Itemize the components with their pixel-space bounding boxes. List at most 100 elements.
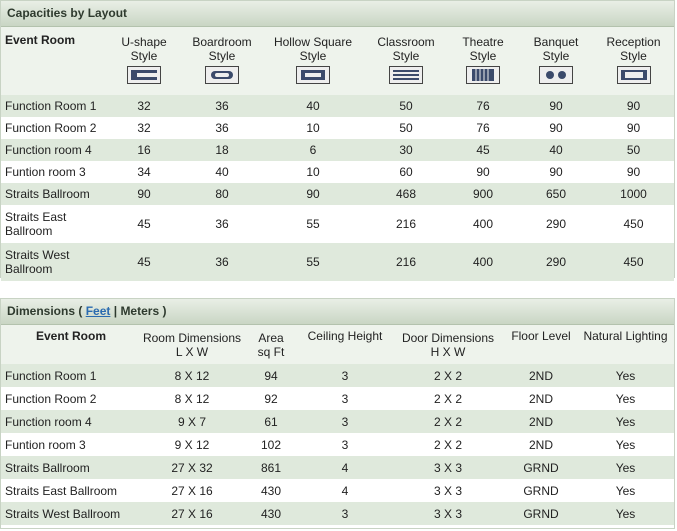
unit-feet-link[interactable]: Feet <box>86 304 111 318</box>
room-name-cell: Function Room 2 <box>5 391 97 406</box>
room-name-cell: Function Room 2 <box>5 121 97 135</box>
table-row: Straits Ballroom 90 80 90 468 900 650 1000 <box>1 183 674 205</box>
room-name-cell: Funtion room 3 <box>5 165 86 179</box>
value-cell: 2ND <box>528 368 553 383</box>
value-cell: 55 <box>306 217 320 231</box>
col-boardroom: Boardroom Style <box>183 27 261 95</box>
table-row: Function Room 1 8 X 12 94 3 2 X 2 2ND Yes <box>1 364 674 387</box>
value-cell: 861 <box>260 460 282 475</box>
value-cell: 3 X 3 <box>433 483 463 498</box>
value-cell: 8 X 12 <box>174 368 210 383</box>
value-cell: GRND <box>523 460 559 475</box>
table-row: Straits Ballroom 27 X 32 861 4 3 X 3 GRND Yes <box>1 456 674 479</box>
col-label: Classroom <box>377 35 435 49</box>
col-label: Banquet <box>533 35 579 49</box>
value-cell: 34 <box>137 165 151 179</box>
col-room-dimensions: Room Dimensions L X W <box>141 325 243 364</box>
dimensions-table: Event Room Room Dimensions L X W Area sq F… <box>1 325 674 525</box>
value-cell: 76 <box>476 99 490 113</box>
unit-meters-label[interactable]: Meters <box>120 304 159 318</box>
value-cell: 9 X 12 <box>174 437 210 452</box>
col-sub: Style <box>299 49 327 63</box>
capacities-table: Event Room U-shape Style Boardroom Style H… <box>1 27 674 281</box>
col-sub: Style <box>130 49 158 63</box>
value-cell: 1000 <box>620 187 647 201</box>
value-cell: GRND <box>523 483 559 498</box>
unit-separator: | <box>113 304 118 318</box>
col-label: Theatre <box>462 35 504 49</box>
value-cell: 8 X 12 <box>174 391 210 406</box>
value-cell: 30 <box>399 143 413 157</box>
boardroom-layout-icon <box>205 66 239 84</box>
col-floor-level: Floor Level <box>511 329 571 343</box>
value-cell: GRND <box>523 506 559 521</box>
col-area: Area sq Ft <box>243 325 299 364</box>
value-cell: 2 X 2 <box>433 437 463 452</box>
table-row: Function Room 2 8 X 12 92 3 2 X 2 2ND Yes <box>1 387 674 410</box>
col-hollow-square: Hollow Square Style <box>261 27 365 95</box>
value-cell: Yes <box>615 414 636 429</box>
room-name-cell: Straits West Ballroom <box>5 506 121 521</box>
value-cell: 216 <box>395 255 417 269</box>
value-cell: 4 <box>341 483 349 498</box>
value-cell: 45 <box>137 217 151 231</box>
value-cell: 61 <box>264 414 278 429</box>
value-cell: 90 <box>306 187 320 201</box>
value-cell: 3 <box>341 391 349 406</box>
room-name-cell: Straits West Ballroom <box>5 248 70 276</box>
col-sub: sq Ft <box>257 344 285 359</box>
col-ceiling-height: Ceiling Height <box>307 329 383 343</box>
value-cell: 290 <box>545 255 567 269</box>
col-sub: Style <box>208 49 236 63</box>
col-event-room: Event Room <box>35 329 106 343</box>
col-label: Door Dimensions <box>401 330 495 345</box>
table-row: Funtion room 3 34 40 10 60 90 90 90 <box>1 161 674 183</box>
table-row: Function room 4 16 18 6 30 45 40 50 <box>1 139 674 161</box>
value-cell: 10 <box>306 165 320 179</box>
dimensions-panel: Dimensions ( Feet | Meters ) Event Room … <box>0 298 675 529</box>
value-cell: 36 <box>215 255 229 269</box>
value-cell: 3 X 3 <box>433 460 463 475</box>
col-banquet: Banquet Style <box>519 27 593 95</box>
value-cell: Yes <box>615 437 636 452</box>
paren-close: ) <box>162 304 167 318</box>
value-cell: 3 <box>341 414 349 429</box>
value-cell: 36 <box>215 217 229 231</box>
col-sub: Style <box>620 49 647 63</box>
value-cell: 450 <box>623 217 644 231</box>
value-cell: 9 X 7 <box>177 414 207 429</box>
col-natural-lighting: Natural Lighting <box>583 329 668 343</box>
value-cell: 60 <box>399 165 413 179</box>
value-cell: 27 X 16 <box>171 483 213 498</box>
value-cell: 400 <box>472 217 494 231</box>
value-cell: 32 <box>137 99 151 113</box>
value-cell: Yes <box>615 506 636 521</box>
value-cell: 50 <box>626 143 641 157</box>
value-cell: Yes <box>615 368 636 383</box>
col-u-shape: U-shape Style <box>105 27 183 95</box>
value-cell: 90 <box>626 165 641 179</box>
classroom-layout-icon <box>389 66 423 84</box>
value-cell: 90 <box>549 99 563 113</box>
value-cell: 90 <box>626 99 641 113</box>
value-cell: 36 <box>215 99 229 113</box>
value-cell: 40 <box>549 143 563 157</box>
value-cell: 3 <box>341 506 349 521</box>
value-cell: 400 <box>472 255 494 269</box>
col-label: U-shape <box>121 35 167 49</box>
dimensions-title: Dimensions <box>7 304 76 318</box>
value-cell: 2ND <box>528 437 553 452</box>
col-sub: Style <box>392 49 420 63</box>
value-cell: 45 <box>476 143 490 157</box>
table-row: Straits East Ballroom 45 36 55 216 400 290 450 <box>1 205 674 243</box>
table-row: Straits East Ballroom 27 X 16 430 4 3 X 3 GRN… <box>1 479 674 502</box>
value-cell: 2ND <box>528 414 553 429</box>
value-cell: 55 <box>306 255 320 269</box>
col-classroom: Classroom Style <box>365 27 447 95</box>
col-theatre: Theatre Style <box>447 27 519 95</box>
capacities-title: Capacities by Layout <box>1 1 674 27</box>
col-sub: Style <box>469 49 497 63</box>
value-cell: 90 <box>476 165 490 179</box>
value-cell: 290 <box>545 217 567 231</box>
value-cell: 16 <box>137 143 151 157</box>
